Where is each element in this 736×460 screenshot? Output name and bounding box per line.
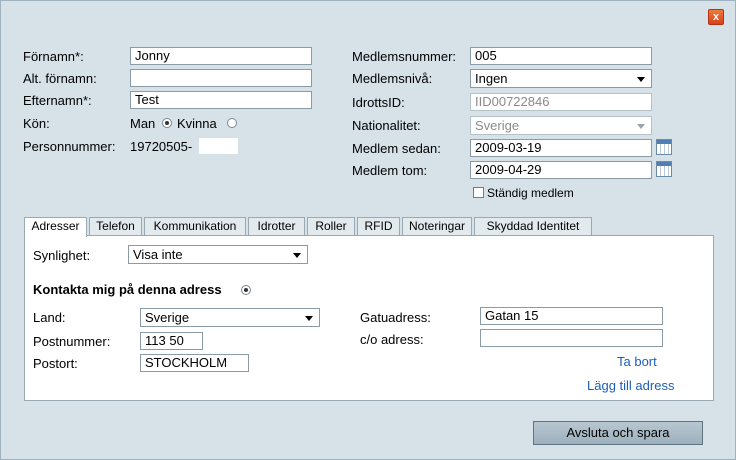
tab-rfid[interactable]: RFID <box>357 217 400 236</box>
lagg-till-adress-link[interactable]: Lägg till adress <box>587 378 674 393</box>
land-label: Land: <box>33 310 66 325</box>
idrottsid-label: IdrottsID: <box>352 95 405 110</box>
co-adress-input[interactable] <box>480 329 663 347</box>
tab-noteringar[interactable]: Noteringar <box>402 217 472 236</box>
close-icon[interactable]: x <box>708 9 724 25</box>
chevron-down-icon <box>293 253 301 258</box>
medlem-sedan-label: Medlem sedan: <box>352 141 441 156</box>
synlighet-select[interactable]: Visa inte <box>128 245 308 264</box>
calendar-icon[interactable] <box>656 161 672 177</box>
fornamn-input[interactable]: Jonny <box>130 47 312 65</box>
medlemsnummer-input[interactable]: 005 <box>470 47 652 65</box>
medlemsniva-value: Ingen <box>475 71 508 86</box>
medlemsniva-select[interactable]: Ingen <box>470 69 652 88</box>
efternamn-label: Efternamn*: <box>23 93 92 108</box>
medlemsnummer-label: Medlemsnummer: <box>352 49 457 64</box>
kon-label: Kön: <box>23 116 50 131</box>
tab-telefon[interactable]: Telefon <box>89 217 142 236</box>
kontakta-radio[interactable] <box>241 285 251 295</box>
chevron-down-icon <box>637 77 645 82</box>
personnummer-label: Personnummer: <box>23 139 116 154</box>
chevron-down-icon <box>637 124 645 129</box>
tab-roller[interactable]: Roller <box>307 217 355 236</box>
nationalitet-value: Sverige <box>475 118 520 133</box>
alt-fornamn-input[interactable] <box>130 69 312 87</box>
land-value: Sverige <box>145 310 190 325</box>
gatuadress-input[interactable]: Gatan 15 <box>480 307 663 325</box>
medlem-tom-label: Medlem tom: <box>352 163 428 178</box>
save-button[interactable]: Avsluta och spara <box>533 421 703 445</box>
efternamn-input[interactable]: Test <box>130 91 312 109</box>
synlighet-label: Synlighet: <box>33 248 91 263</box>
calendar-icon[interactable] <box>656 139 672 155</box>
nationalitet-select: Sverige <box>470 116 652 135</box>
postnummer-label: Postnummer: <box>33 334 111 349</box>
idrottsid-input: IID00722846 <box>470 93 652 111</box>
standig-medlem-label: Ständig medlem <box>487 186 574 200</box>
gatuadress-label: Gatuadress: <box>360 310 431 325</box>
co-adress-label: c/o adress: <box>360 332 424 347</box>
tab-adresser[interactable]: Adresser <box>24 217 87 237</box>
member-dialog: x Förnamn*: Jonny Alt. förnamn: Efternam… <box>0 0 736 460</box>
standig-medlem-checkbox[interactable] <box>473 187 484 198</box>
kontakta-label: Kontakta mig på denna adress <box>33 282 222 297</box>
personnummer-redaction <box>199 138 238 154</box>
personnummer-value: 19720505- <box>130 139 193 154</box>
tab-skyddad-identitet[interactable]: Skyddad Identitet <box>474 217 592 236</box>
postort-label: Postort: <box>33 356 78 371</box>
postnummer-input[interactable]: 113 50 <box>140 332 203 350</box>
fornamn-label: Förnamn*: <box>23 49 84 64</box>
medlem-sedan-input[interactable]: 2009-03-19 <box>470 139 652 157</box>
kon-man-radio[interactable] <box>162 118 172 128</box>
nationalitet-label: Nationalitet: <box>352 118 421 133</box>
synlighet-value: Visa inte <box>133 247 183 262</box>
kon-kvinna-radio[interactable] <box>227 118 237 128</box>
land-select[interactable]: Sverige <box>140 308 320 327</box>
tab-kommunikation[interactable]: Kommunikation <box>144 217 246 236</box>
ta-bort-link[interactable]: Ta bort <box>617 354 657 369</box>
alt-fornamn-label: Alt. förnamn: <box>23 71 97 86</box>
tab-idrotter[interactable]: Idrotter <box>248 217 305 236</box>
medlemsniva-label: Medlemsnivå: <box>352 71 433 86</box>
kon-kvinna-label: Kvinna <box>177 116 217 131</box>
chevron-down-icon <box>305 316 313 321</box>
medlem-tom-input[interactable]: 2009-04-29 <box>470 161 652 179</box>
address-panel: Synlighet: Visa inte Kontakta mig på den… <box>24 235 714 401</box>
kon-man-label: Man <box>130 116 156 131</box>
postort-input[interactable]: STOCKHOLM <box>140 354 249 372</box>
